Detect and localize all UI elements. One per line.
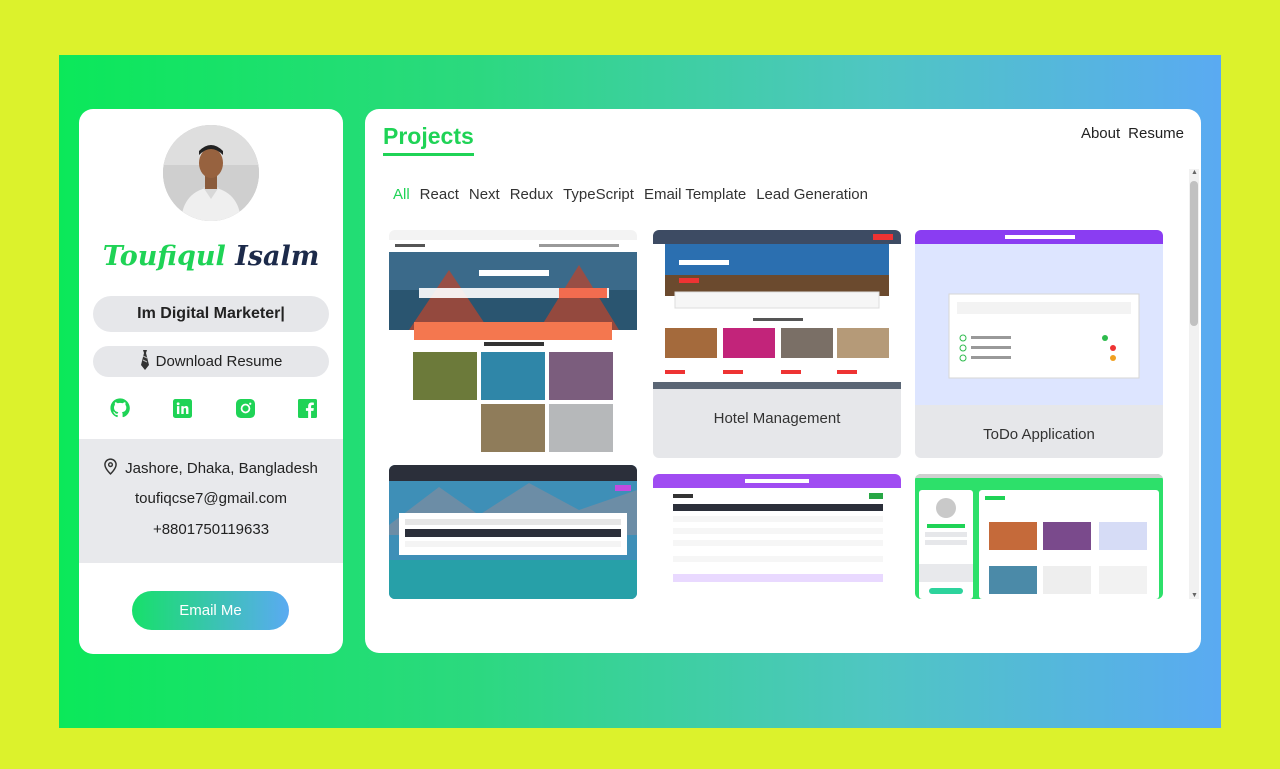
profile-card: Toufiqul Isalm Im Digital Marketer| Down… xyxy=(79,109,343,654)
project-screenshot xyxy=(653,474,901,599)
nav-resume[interactable]: Resume xyxy=(1128,125,1184,142)
project-card[interactable]: ToDo Application xyxy=(915,230,1163,458)
filter-redux[interactable]: Redux xyxy=(510,186,553,203)
project-card[interactable] xyxy=(653,474,901,599)
tie-icon xyxy=(140,349,150,374)
page-title: Projects xyxy=(383,123,474,156)
filter-email-template[interactable]: Email Template xyxy=(644,186,746,203)
first-name: Toufiqul xyxy=(102,241,226,272)
filter-lead-generation[interactable]: Lead Generation xyxy=(756,186,868,203)
phone-text[interactable]: +8801750119633 xyxy=(79,521,343,538)
role-badge: Im Digital Marketer| xyxy=(93,296,329,332)
email-me-button[interactable]: Email Me xyxy=(132,591,289,630)
filter-typescript[interactable]: TypeScript xyxy=(563,186,634,203)
project-screenshot xyxy=(389,465,637,599)
instagram-icon[interactable] xyxy=(234,397,256,419)
scroll-down-icon[interactable]: ▼ xyxy=(1191,592,1198,599)
contact-info: Jashore, Dhaka, Bangladesh toufiqcse7@gm… xyxy=(79,439,343,563)
project-card[interactable] xyxy=(389,465,637,599)
filter-react[interactable]: React xyxy=(420,186,459,203)
filter-all[interactable]: All xyxy=(393,186,410,203)
location-row: Jashore, Dhaka, Bangladesh xyxy=(79,458,343,479)
scrollbar-thumb[interactable] xyxy=(1190,181,1198,326)
facebook-icon[interactable] xyxy=(297,397,319,419)
github-icon[interactable] xyxy=(109,397,131,419)
location-pin-icon xyxy=(104,458,117,479)
scroll-up-icon[interactable]: ▲ xyxy=(1191,169,1198,176)
last-name: Isalm xyxy=(235,241,320,272)
project-screenshot xyxy=(389,230,637,455)
filter-next[interactable]: Next xyxy=(469,186,500,203)
social-links xyxy=(109,397,319,419)
projects-panel: Projects About Resume All React Next Red… xyxy=(365,109,1201,653)
project-title: ToDo Application xyxy=(983,426,1095,443)
top-nav: About Resume xyxy=(1081,125,1184,142)
project-title: Hotel Management xyxy=(713,410,841,427)
filter-tabs: All React Next Redux TypeScript Email Te… xyxy=(393,186,868,203)
project-screenshot xyxy=(653,230,901,389)
scrollbar[interactable]: ▲ ▼ xyxy=(1189,169,1199,599)
project-screenshot xyxy=(915,230,1163,405)
download-resume-label: Download Resume xyxy=(155,353,283,370)
project-card[interactable] xyxy=(389,230,637,455)
email-text[interactable]: toufiqcse7@gmail.com xyxy=(79,490,343,507)
project-card[interactable]: Hotel Management xyxy=(653,230,901,458)
profile-name: Toufiqul Isalm xyxy=(79,241,343,272)
linkedin-icon[interactable] xyxy=(172,397,194,419)
location-text: Jashore, Dhaka, Bangladesh xyxy=(125,460,318,477)
nav-about[interactable]: About xyxy=(1081,125,1120,142)
portfolio-stage: Toufiqul Isalm Im Digital Marketer| Down… xyxy=(59,55,1221,728)
avatar xyxy=(163,125,259,221)
project-card[interactable] xyxy=(915,474,1163,599)
project-screenshot xyxy=(915,474,1163,599)
download-resume-button[interactable]: Download Resume xyxy=(93,346,329,377)
